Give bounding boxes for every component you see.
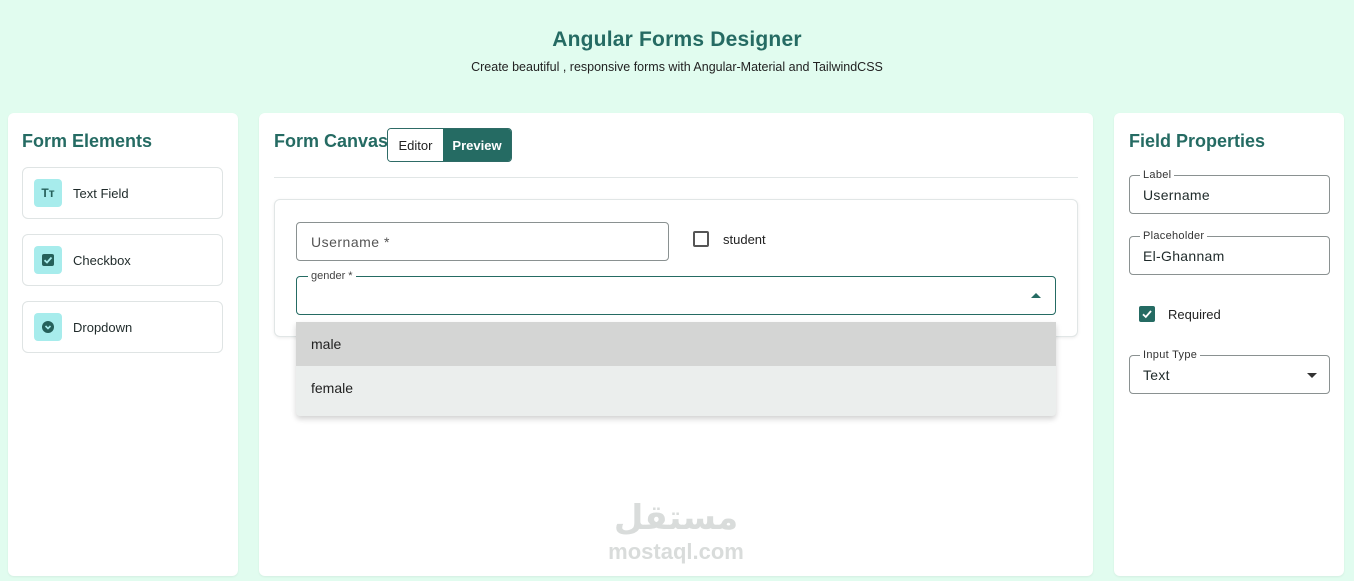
required-checkbox[interactable] [1139,306,1155,322]
element-label: Text Field [73,185,129,201]
watermark-arabic: مستقل [613,498,739,538]
gender-label: gender * [308,269,356,283]
element-label: Checkbox [73,252,131,268]
input-type-select[interactable]: Input Type Text [1129,348,1330,394]
element-dropdown[interactable]: Dropdown [22,301,223,353]
divider [274,177,1078,178]
student-label: student [723,231,766,247]
username-input[interactable]: Username * [296,222,669,261]
option-male[interactable]: male [296,322,1056,366]
label-field-value: Username [1143,186,1210,203]
text-format-icon: Tт [34,179,62,207]
element-checkbox[interactable]: Checkbox [22,234,223,286]
form-canvas-title: Form Canvas [274,131,389,151]
checkbox-icon [34,246,62,274]
placeholder-field[interactable]: Placeholder El-Ghannam [1129,229,1330,275]
field-properties-panel: Field Properties Label Username Placehol… [1114,113,1344,576]
watermark-latin: mostaql.com [608,539,744,564]
app-subtitle: Create beautiful , responsive forms with… [471,60,883,74]
chevron-down-icon [1307,373,1317,378]
label-field-label: Label [1140,168,1175,182]
placeholder-field-value: El-Ghannam [1143,247,1225,264]
form-preview-card: Username * student gender * [274,199,1078,337]
app-title: Angular Forms Designer [552,28,802,51]
form-elements-panel: Form Elements Tт Text Field Checkbox Dro… [8,113,238,576]
option-female[interactable]: female [296,366,1056,410]
required-label: Required [1168,306,1221,322]
watermark-logo: مستقل mostaql.com [600,497,752,565]
student-checkbox[interactable] [693,231,709,247]
placeholder-field-label: Placeholder [1140,229,1208,243]
dropdown-icon [34,313,62,341]
required-checkbox-row[interactable]: Required [1139,306,1221,322]
input-type-label: Input Type [1140,348,1201,362]
input-type-value: Text [1143,366,1170,383]
label-field[interactable]: Label Username [1129,168,1330,214]
gender-options-list: male female [296,322,1056,416]
view-mode-toggle: Editor Preview [387,128,512,162]
username-placeholder: Username * [311,233,390,250]
element-text-field[interactable]: Tт Text Field [22,167,223,219]
element-label: Dropdown [73,319,133,335]
chevron-up-icon [1031,293,1041,298]
tab-preview[interactable]: Preview [443,129,511,161]
form-elements-title: Form Elements [22,131,153,151]
gender-select[interactable]: gender * [296,269,1056,315]
student-checkbox-row[interactable]: student [693,231,766,247]
app-header: Angular Forms Designer Create beautiful … [0,28,1354,74]
field-properties-title: Field Properties [1129,131,1266,151]
tab-editor[interactable]: Editor [388,129,443,161]
